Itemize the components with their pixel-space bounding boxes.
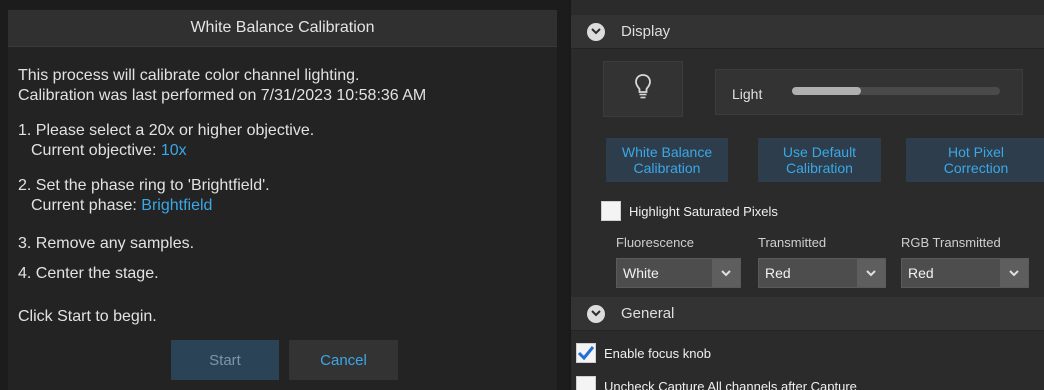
current-phase-label: Current phase: — [31, 197, 142, 214]
enable-focus-knob-checkbox[interactable] — [576, 343, 596, 363]
current-objective-label: Current objective: — [31, 142, 161, 159]
current-phase-value: Brightfield — [141, 197, 213, 214]
transmitted-select[interactable]: Red — [758, 258, 886, 288]
current-objective: Current objective: 10x — [31, 141, 187, 160]
white-balance-calibration-button[interactable]: White Balance Calibration — [606, 138, 728, 182]
general-section-title: General — [621, 305, 675, 322]
enable-focus-knob-row[interactable]: Enable focus knob — [576, 343, 711, 363]
transmitted-value: Red — [765, 265, 791, 281]
lightbulb-icon — [635, 73, 651, 105]
uncheck-capture-checkbox[interactable] — [576, 376, 596, 390]
uncheck-capture-label: Uncheck Capture All channels after Captu… — [604, 378, 857, 390]
step-1: 1. Please select a 20x or higher objecti… — [18, 122, 315, 139]
current-phase: Current phase: Brightfield — [31, 196, 212, 215]
transmitted-label: Transmitted — [758, 235, 827, 250]
rgb-transmitted-value: Red — [908, 265, 934, 281]
start-prompt: Click Start to begin. — [18, 308, 157, 325]
fluorescence-value: White — [623, 265, 659, 281]
settings-panel: Display Light White Balance Calibration … — [569, 0, 1044, 390]
step-4: 4. Center the stage. — [18, 265, 159, 282]
highlight-saturated-row[interactable]: Highlight Saturated Pixels — [601, 201, 778, 221]
highlight-saturated-label: Highlight Saturated Pixels — [629, 203, 778, 219]
uncheck-capture-row[interactable]: Uncheck Capture All channels after Captu… — [576, 376, 857, 390]
dialog-title: White Balance Calibration — [8, 10, 557, 47]
hot-pixel-correction-button[interactable]: Hot Pixel Correction — [906, 138, 1044, 182]
current-objective-value: 10x — [160, 142, 187, 159]
general-section-header[interactable]: General — [571, 297, 1044, 331]
step-3: 3. Remove any samples. — [18, 235, 195, 252]
light-toggle-button[interactable] — [603, 61, 683, 117]
fluorescence-label: Fluorescence — [616, 235, 695, 250]
light-slider-fill — [792, 87, 861, 95]
light-label: Light — [732, 86, 763, 102]
chevron-down-icon[interactable] — [587, 22, 605, 41]
chevron-down-icon[interactable] — [1000, 259, 1028, 287]
cancel-button[interactable]: Cancel — [289, 340, 398, 380]
last-calibration-text: Calibration was last performed on 7/31/2… — [18, 87, 427, 104]
highlight-saturated-checkbox[interactable] — [601, 201, 621, 221]
white-balance-dialog: White Balance Calibration This process w… — [8, 10, 557, 390]
start-button[interactable]: Start — [171, 340, 279, 380]
enable-focus-knob-label: Enable focus knob — [604, 345, 711, 361]
light-slider[interactable] — [792, 87, 1000, 95]
chevron-down-icon[interactable] — [857, 259, 885, 287]
use-default-calibration-button[interactable]: Use Default Calibration — [758, 138, 881, 182]
display-section-header[interactable]: Display — [571, 15, 1044, 49]
step-2: 2. Set the phase ring to 'Brightfield'. — [18, 177, 270, 194]
intro-text: This process will calibrate color channe… — [18, 67, 360, 84]
chevron-down-icon[interactable] — [712, 259, 740, 287]
light-control: Light — [715, 69, 1023, 115]
rgb-transmitted-select[interactable]: Red — [901, 258, 1029, 288]
fluorescence-select[interactable]: White — [616, 258, 741, 288]
display-section-title: Display — [621, 23, 671, 40]
rgb-transmitted-label: RGB Transmitted — [901, 235, 1001, 250]
chevron-down-icon[interactable] — [587, 304, 605, 323]
checkmark-icon — [577, 346, 595, 361]
